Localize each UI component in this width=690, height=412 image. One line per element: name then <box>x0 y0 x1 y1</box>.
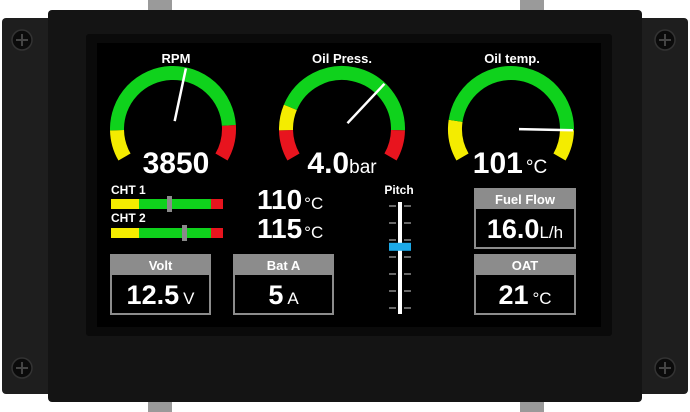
cht1-bar <box>111 196 223 212</box>
oat-value: 21 °C <box>476 275 574 319</box>
cht2-value: 115 °C <box>257 213 357 245</box>
oil-pressure-gauge <box>279 66 405 161</box>
oil-pressure-number: 4.0 <box>307 147 350 180</box>
oil-temp-unit: °C <box>525 157 548 178</box>
cht2-marker <box>182 225 188 241</box>
screw-icon <box>654 357 676 379</box>
oat-number: 21 <box>498 280 529 310</box>
cht1-green-zone <box>139 199 211 209</box>
fuel-flow-value: 16.0L/h <box>476 209 574 253</box>
cht1-label: CHT 1 <box>111 183 146 197</box>
cht2-label: CHT 2 <box>111 211 146 225</box>
screw-icon <box>11 29 33 51</box>
pitch-marker <box>389 242 411 251</box>
green-zone-arc <box>283 66 405 131</box>
oat-unit: °C <box>532 289 552 308</box>
cht2-unit: °C <box>304 223 324 242</box>
fuel-flow-unit: L/h <box>539 223 564 242</box>
cht2-yellow-zone <box>111 228 139 238</box>
green-zone-arc <box>448 66 574 131</box>
pitch-scale <box>389 202 411 314</box>
cht1-marker <box>166 196 172 212</box>
volt-number: 12.5 <box>126 280 180 310</box>
gauge-needle <box>346 82 386 125</box>
gauge-needle <box>518 127 574 132</box>
oil-pressure-value: 4.0bar <box>267 147 417 181</box>
cht2-green-zone <box>139 228 211 238</box>
rpm-value: 3850 <box>101 147 251 181</box>
fuel-flow-label: Fuel Flow <box>476 190 574 209</box>
yellow-zone-arc <box>279 104 297 131</box>
fuel-flow-box: Fuel Flow 16.0L/h <box>474 188 576 249</box>
rpm-gauge <box>110 66 236 161</box>
cht2-bar <box>111 225 223 241</box>
oil-temp-number: 101 <box>472 147 523 180</box>
oat-box: OAT 21 °C <box>474 254 576 315</box>
oil-temp-gauge <box>448 66 574 161</box>
rpm-number: 3850 <box>142 147 210 180</box>
cht2-red-zone <box>211 228 223 238</box>
cht1-number: 110 <box>257 184 303 215</box>
cht2-number: 115 <box>257 213 303 244</box>
rpm-label: RPM <box>161 51 191 66</box>
pitch-label: Pitch <box>384 183 414 197</box>
screw-icon <box>654 29 676 51</box>
oil-temp-label: Oil temp. <box>484 51 540 66</box>
green-zone-arc <box>110 66 236 131</box>
oil-pressure-label: Oil Press. <box>312 51 372 66</box>
display-screen: RPM Oil Press. Oil temp. 3850 4.0bar 101… <box>97 43 601 327</box>
oil-pressure-unit: bar <box>349 157 377 178</box>
cht1-yellow-zone <box>111 199 139 209</box>
fuel-flow-number: 16.0 <box>486 214 540 244</box>
volt-label: Volt <box>112 256 209 275</box>
bat-unit: A <box>287 289 299 308</box>
cht1-unit: °C <box>304 194 324 213</box>
volt-unit: V <box>183 289 195 308</box>
cht1-red-zone <box>211 199 223 209</box>
oil-temp-value: 101 °C <box>435 147 585 181</box>
cht1-value: 110 °C <box>257 184 357 216</box>
volt-box: Volt 12.5 V <box>110 254 211 315</box>
volt-value: 12.5 V <box>112 275 209 319</box>
bat-box: Bat A 5A <box>233 254 334 315</box>
pitch-track <box>398 202 402 314</box>
oat-label: OAT <box>476 256 574 275</box>
bat-value: 5A <box>235 275 332 319</box>
bat-label: Bat A <box>235 256 332 275</box>
screw-icon <box>11 357 33 379</box>
bat-number: 5 <box>268 280 284 310</box>
